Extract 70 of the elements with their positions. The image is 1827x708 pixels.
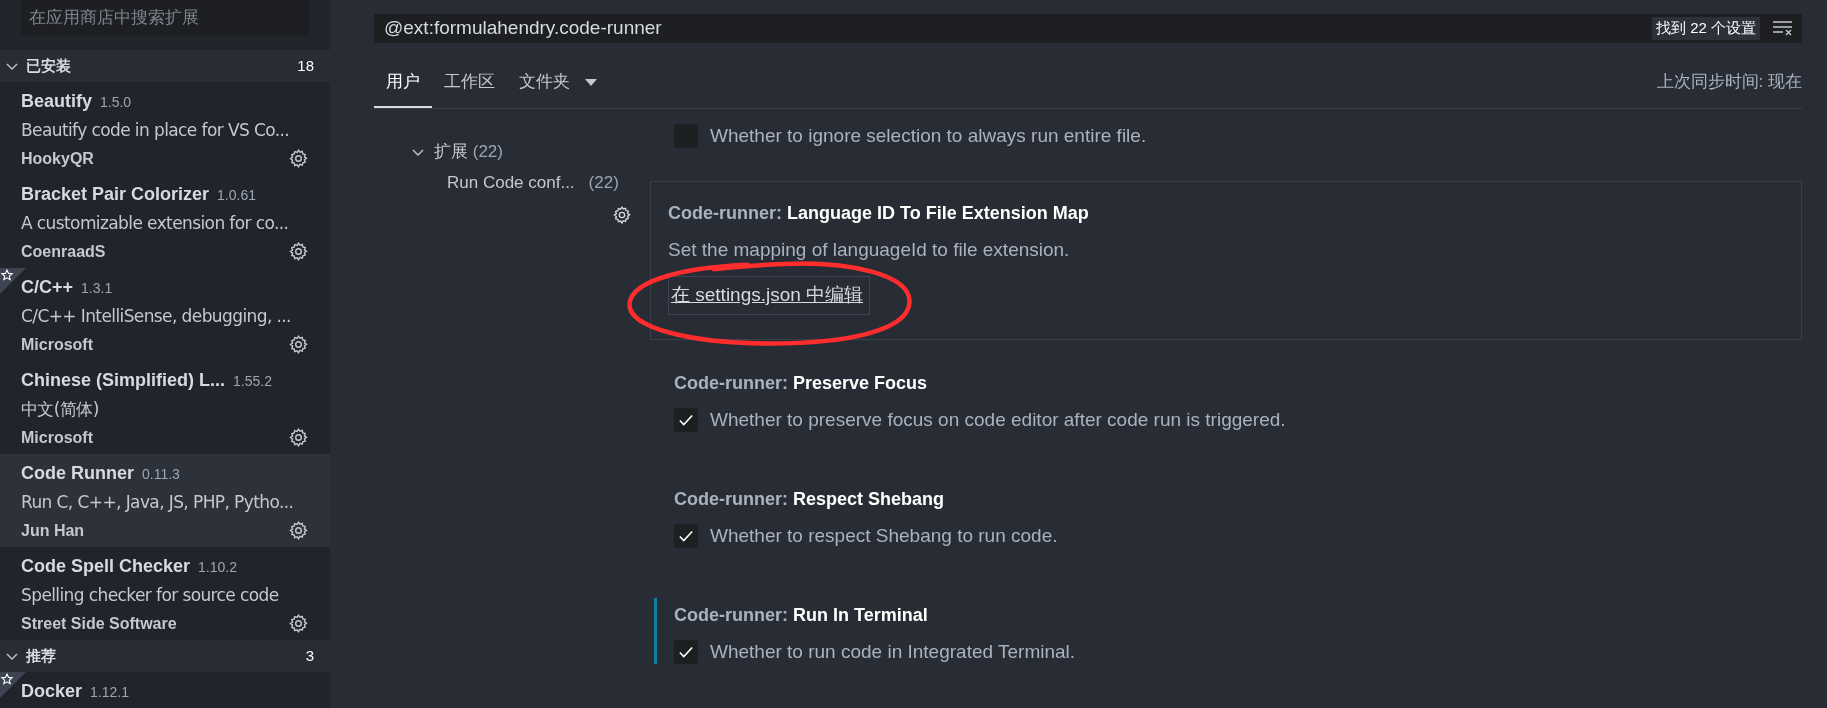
extension-search-field[interactable]: 在应用商店中搜索扩展 <box>21 0 309 36</box>
gear-icon[interactable] <box>288 148 309 169</box>
toc-item[interactable]: 扩展 (22) <box>410 136 664 167</box>
extension-version: 0.11.3 <box>142 465 180 484</box>
setting-description: Whether to ignore selection to always run entire file. <box>710 123 1147 148</box>
extension-description: Run C, C++, Java, JS, PHP, Pytho... <box>21 491 295 514</box>
gear-icon[interactable] <box>288 520 309 541</box>
extension-name: Chinese (Simplified) L... <box>21 369 226 392</box>
extension-publisher: Microsoft <box>21 427 93 448</box>
checkbox[interactable] <box>674 523 698 548</box>
setting-description: Whether to preserve focus on code editor after code run is triggered. <box>710 407 1286 432</box>
extension-version: 1.5.0 <box>100 93 132 112</box>
extension-name: C/C++ <box>21 276 74 299</box>
extension-item[interactable]: Bracket Pair Colorizer 1.0.61 A customizable extension for co... CoenraadS <box>0 175 330 268</box>
edit-in-settings-json-link[interactable]: 在 settings.json 中编辑 <box>668 276 871 315</box>
setting-description: Whether to run code in Integrated Terminal. <box>710 639 1076 664</box>
setting-title: Code-runner: Respect Shebang <box>674 487 946 511</box>
extension-item[interactable]: Code Spell Checker 1.10.2 Spelling checker for source code Street Side Software <box>0 547 330 640</box>
section-title: 推荐 <box>26 645 57 666</box>
settings-tab[interactable]: 用户 <box>374 57 432 108</box>
setting-description: Whether to respect Shebang to run code. <box>710 523 1058 548</box>
section-title: 已安装 <box>26 55 72 76</box>
sync-status: 上次同步时间: 现在 <box>1656 71 1802 93</box>
extension-description: 中文(简体) <box>21 398 100 421</box>
settings-tab[interactable]: 工作区 <box>432 57 507 108</box>
extension-name: Bracket Pair Colorizer <box>21 183 210 206</box>
setting-title: Code-runner: Run In Terminal <box>674 603 929 627</box>
extension-version: 1.0.61 <box>217 186 256 205</box>
extension-item[interactable]: Code Runner 0.11.3 Run C, C++, Java, JS, PHP, Pytho... Jun Han <box>0 454 330 547</box>
extension-publisher: Microsoft <box>21 334 93 355</box>
extension-item[interactable]: Beautify 1.5.0 Beautify code in place for VS Co... HookyQR <box>0 82 330 175</box>
extension-name: Docker <box>21 680 83 703</box>
extension-name: Code Spell Checker <box>21 555 191 578</box>
extension-publisher: Jun Han <box>21 520 85 541</box>
settings-search-field[interactable]: @ext:formulahendry.code-runner 找到 22 个设置 <box>374 14 1802 43</box>
extension-item[interactable]: Chinese (Simplified) L... 1.55.2 中文(简体) Microsoft <box>0 361 330 454</box>
extension-description: Spelling checker for source code <box>21 584 280 607</box>
extension-version: 1.3.1 <box>81 279 113 298</box>
extension-version: 1.12.1 <box>90 683 129 702</box>
extension-item[interactable]: C/C++ 1.3.1 C/C++ IntelliSense, debugging, ... Microsoft <box>0 268 330 361</box>
checkbox[interactable] <box>674 639 698 664</box>
extension-publisher: CoenraadS <box>21 241 106 262</box>
gear-icon[interactable] <box>288 334 309 355</box>
gear-icon[interactable] <box>612 204 632 225</box>
extension-name: Beautify <box>21 90 92 113</box>
section-count: 18 <box>297 55 314 76</box>
gear-icon[interactable] <box>288 241 309 262</box>
gear-icon[interactable] <box>288 613 309 634</box>
extension-name: Code Runner <box>21 462 134 485</box>
extension-version: 1.55.2 <box>233 372 272 391</box>
extension-publisher: HookyQR <box>21 148 94 169</box>
setting-title: Code-runner: Language ID To File Extension Map <box>668 201 1090 225</box>
focused-setting-card[interactable]: Code-runner: Language ID To File Extension Map Set the mapping of languageId to file extension. 在 settings.json 中编辑 <box>650 180 1802 340</box>
result-count: 找到 22 个设置 <box>1651 17 1760 40</box>
extension-description: C/C++ IntelliSense, debugging, ... <box>21 305 292 328</box>
checkbox[interactable] <box>674 407 698 432</box>
section-count: 3 <box>305 645 314 666</box>
section-header[interactable]: 已安装 18 <box>0 50 330 82</box>
clear-filter-icon[interactable] <box>1772 19 1794 38</box>
setting-description: Set the mapping of languageId to file extension. <box>668 237 1071 262</box>
extension-publisher: Street Side Software <box>21 613 177 634</box>
extension-version: 1.10.2 <box>198 558 237 577</box>
settings-tab[interactable]: 文件夹 <box>507 57 610 108</box>
gear-icon[interactable] <box>288 427 309 448</box>
section-header[interactable]: 推荐 3 <box>0 640 330 672</box>
extension-item[interactable]: Docker 1.12.1 <box>0 672 330 708</box>
extension-description: A customizable extension for co... <box>21 212 290 235</box>
extension-description: Beautify code in place for VS Co... <box>21 119 291 142</box>
search-query: @ext:formulahendry.code-runner <box>384 16 663 40</box>
setting-title: Code-runner: Preserve Focus <box>674 371 929 395</box>
